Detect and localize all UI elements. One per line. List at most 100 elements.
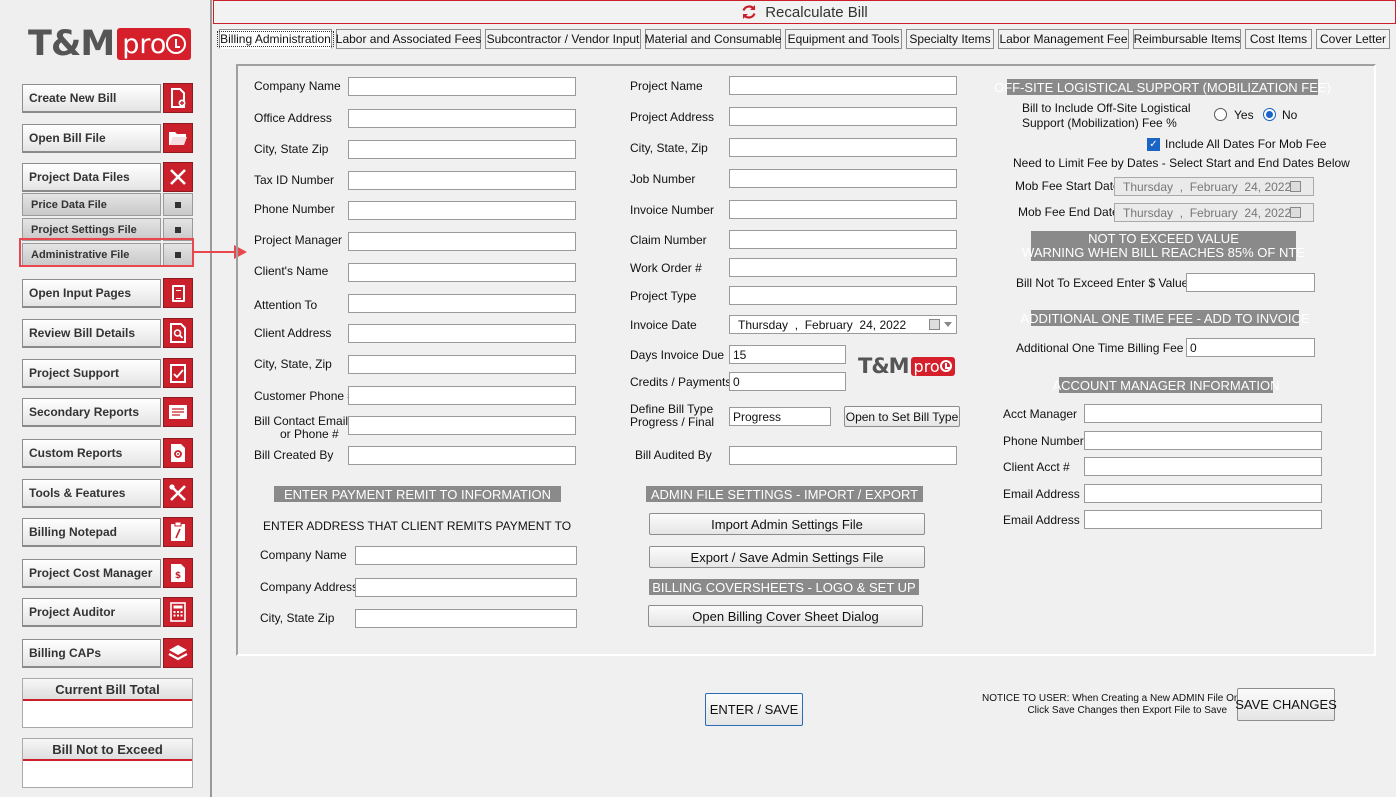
- job-number-input[interactable]: [729, 169, 957, 188]
- remit-company-address-input[interactable]: [355, 578, 577, 597]
- sidebar-item-project-auditor[interactable]: Project Auditor: [22, 598, 161, 627]
- tm-pro-logo: T&M pro: [28, 22, 192, 66]
- sidebar-item-review-bill-details[interactable]: Review Bill Details: [22, 319, 161, 348]
- clients-name-input[interactable]: [348, 263, 576, 282]
- report-icon[interactable]: [163, 397, 193, 427]
- tab-equipment-and-tools[interactable]: Equipment and Tools: [785, 29, 902, 49]
- attention-to-input[interactable]: [348, 294, 576, 313]
- sidebar-item-project-cost-manager[interactable]: Project Cost Manager: [22, 559, 161, 588]
- client-acct-number-input[interactable]: [1084, 457, 1322, 476]
- gear-document-icon[interactable]: [163, 438, 193, 468]
- credits-payments-input[interactable]: 0: [729, 372, 846, 391]
- work-order-input[interactable]: [729, 258, 957, 277]
- bill-contact-phone-label: or Phone #: [280, 427, 339, 441]
- phone-number-label: Phone Number: [254, 202, 335, 216]
- close-x-icon[interactable]: [163, 162, 193, 192]
- sidebar-item-tools-features[interactable]: Tools & Features: [22, 479, 161, 508]
- clock-icon: [939, 360, 952, 372]
- project-address-input[interactable]: [729, 107, 957, 126]
- sidebar-item-secondary-reports[interactable]: Secondary Reports: [22, 398, 161, 427]
- credits-payments-label: Credits / Payments: [630, 375, 732, 389]
- mobilization-no-radio[interactable]: [1263, 108, 1276, 121]
- tab-billing-administration[interactable]: Billing Administration: [217, 29, 334, 49]
- tab-reimbursable-items[interactable]: Reimbursable Items: [1133, 29, 1241, 49]
- acct-phone-number-input[interactable]: [1084, 431, 1322, 450]
- tm-pro-logo-small: T&M pro: [858, 354, 955, 378]
- remit-city-state-zip-input[interactable]: [355, 609, 577, 628]
- project-manager-input[interactable]: [348, 232, 576, 251]
- enter-save-button[interactable]: ENTER / SAVE: [705, 693, 803, 726]
- tab-subcontractor-vendor-input[interactable]: Subcontractor / Vendor Input: [485, 29, 641, 49]
- one-time-fee-input[interactable]: 0: [1186, 338, 1315, 357]
- sidebar-item-open-input-pages[interactable]: Open Input Pages: [22, 279, 161, 308]
- acct-manager-input[interactable]: [1084, 404, 1322, 423]
- bill-audited-by-input[interactable]: [729, 446, 957, 465]
- sidebar-item-project-data-files[interactable]: Project Data Files: [22, 163, 161, 192]
- client-city-state-zip-input[interactable]: [348, 355, 576, 374]
- email-address-input[interactable]: [1084, 484, 1322, 503]
- office-address-input[interactable]: [348, 109, 576, 128]
- pointer-arrow-line: [194, 251, 236, 253]
- tools-icon[interactable]: [163, 478, 193, 508]
- calculator-icon[interactable]: [163, 597, 193, 627]
- clipboard-icon[interactable]: [163, 517, 193, 547]
- project-city-state-zip-input[interactable]: [729, 138, 957, 157]
- tab-labor-management-fee[interactable]: Labor Management Fee: [998, 29, 1129, 49]
- email-address-2-input[interactable]: [1084, 510, 1322, 529]
- folder-open-icon[interactable]: [163, 123, 193, 153]
- export-admin-settings-button[interactable]: Export / Save Admin Settings File: [649, 546, 925, 568]
- company-name-input[interactable]: [348, 77, 576, 96]
- recalculate-bill-button[interactable]: Recalculate Bill: [213, 0, 1396, 24]
- project-address-label: Project Address: [630, 110, 715, 124]
- tab-cost-items[interactable]: Cost Items: [1245, 29, 1312, 49]
- sidebar-item-billing-caps[interactable]: Billing CAPs: [22, 639, 161, 668]
- project-type-input[interactable]: [729, 286, 957, 305]
- tab-material-and-consumable[interactable]: Material and Consumable: [645, 29, 781, 49]
- mobilization-yes-radio[interactable]: [1214, 108, 1227, 121]
- client-address-input[interactable]: [348, 324, 576, 343]
- remit-subheader: ENTER ADDRESS THAT CLIENT REMITS PAYMENT…: [263, 519, 572, 533]
- customer-phone-input[interactable]: [348, 386, 576, 405]
- new-document-icon[interactable]: [163, 83, 193, 113]
- bill-type-input[interactable]: Progress: [729, 407, 831, 426]
- document-icon[interactable]: [163, 278, 193, 308]
- calendar-icon: [1290, 207, 1301, 218]
- checklist-icon[interactable]: [163, 358, 193, 388]
- phone-number-input[interactable]: [348, 201, 576, 220]
- nte-header: NOT TO EXCEED VALUE WARNING WHEN BILL RE…: [1022, 231, 1305, 261]
- dollar-document-icon[interactable]: $: [163, 558, 193, 588]
- days-invoice-due-input[interactable]: 15: [729, 345, 846, 364]
- sidebar-item-billing-notepad[interactable]: Billing Notepad: [22, 518, 161, 547]
- tab-labor-and-associated-fees[interactable]: Labor and Associated Fees: [336, 29, 481, 49]
- invoice-number-input[interactable]: [729, 200, 957, 219]
- client-acct-number-label: Client Acct #: [1003, 460, 1070, 474]
- bill-contact-input[interactable]: [348, 416, 576, 435]
- sidebar-item-custom-reports[interactable]: Custom Reports: [22, 439, 161, 468]
- mob-fee-end-date-picker[interactable]: Thursday , February 24, 2022: [1114, 203, 1314, 222]
- sidebar-subitem-price-data-file[interactable]: Price Data File: [22, 193, 161, 216]
- clock-icon: [166, 34, 187, 54]
- tab-cover-letter[interactable]: Cover Letter: [1316, 29, 1390, 49]
- open-billing-cover-sheet-button[interactable]: Open Billing Cover Sheet Dialog: [648, 605, 923, 627]
- invoice-date-picker[interactable]: Thursday , February 24, 2022: [729, 315, 957, 334]
- claim-number-label: Claim Number: [630, 233, 707, 247]
- bill-not-to-exceed-input[interactable]: [1186, 273, 1315, 292]
- project-name-input[interactable]: [729, 76, 957, 95]
- include-all-dates-checkbox[interactable]: ✓: [1147, 138, 1160, 151]
- bill-created-by-input[interactable]: [348, 446, 576, 465]
- claim-number-input[interactable]: [729, 230, 957, 249]
- sidebar-item-project-support[interactable]: Project Support: [22, 359, 161, 388]
- mob-fee-start-date-picker[interactable]: Thursday , February 24, 2022: [1114, 177, 1314, 196]
- import-admin-settings-button[interactable]: Import Admin Settings File: [649, 513, 925, 535]
- tax-id-input[interactable]: [348, 171, 576, 190]
- remit-company-name-input[interactable]: [355, 546, 577, 565]
- save-changes-button[interactable]: SAVE CHANGES: [1235, 688, 1337, 721]
- magnify-document-icon[interactable]: [163, 318, 193, 348]
- sidebar-item-open-bill-file[interactable]: Open Bill File: [22, 124, 161, 153]
- sidebar-item-create-new-bill[interactable]: Create New Bill: [22, 84, 161, 113]
- layers-icon[interactable]: [163, 638, 193, 668]
- open-to-set-bill-type-button[interactable]: Open to Set Bill Type: [844, 406, 960, 427]
- one-time-fee-label: Additional One Time Billing Fee: [1016, 341, 1184, 355]
- tab-specialty-items[interactable]: Specialty Items: [906, 29, 994, 49]
- company-city-state-zip-input[interactable]: [348, 140, 576, 159]
